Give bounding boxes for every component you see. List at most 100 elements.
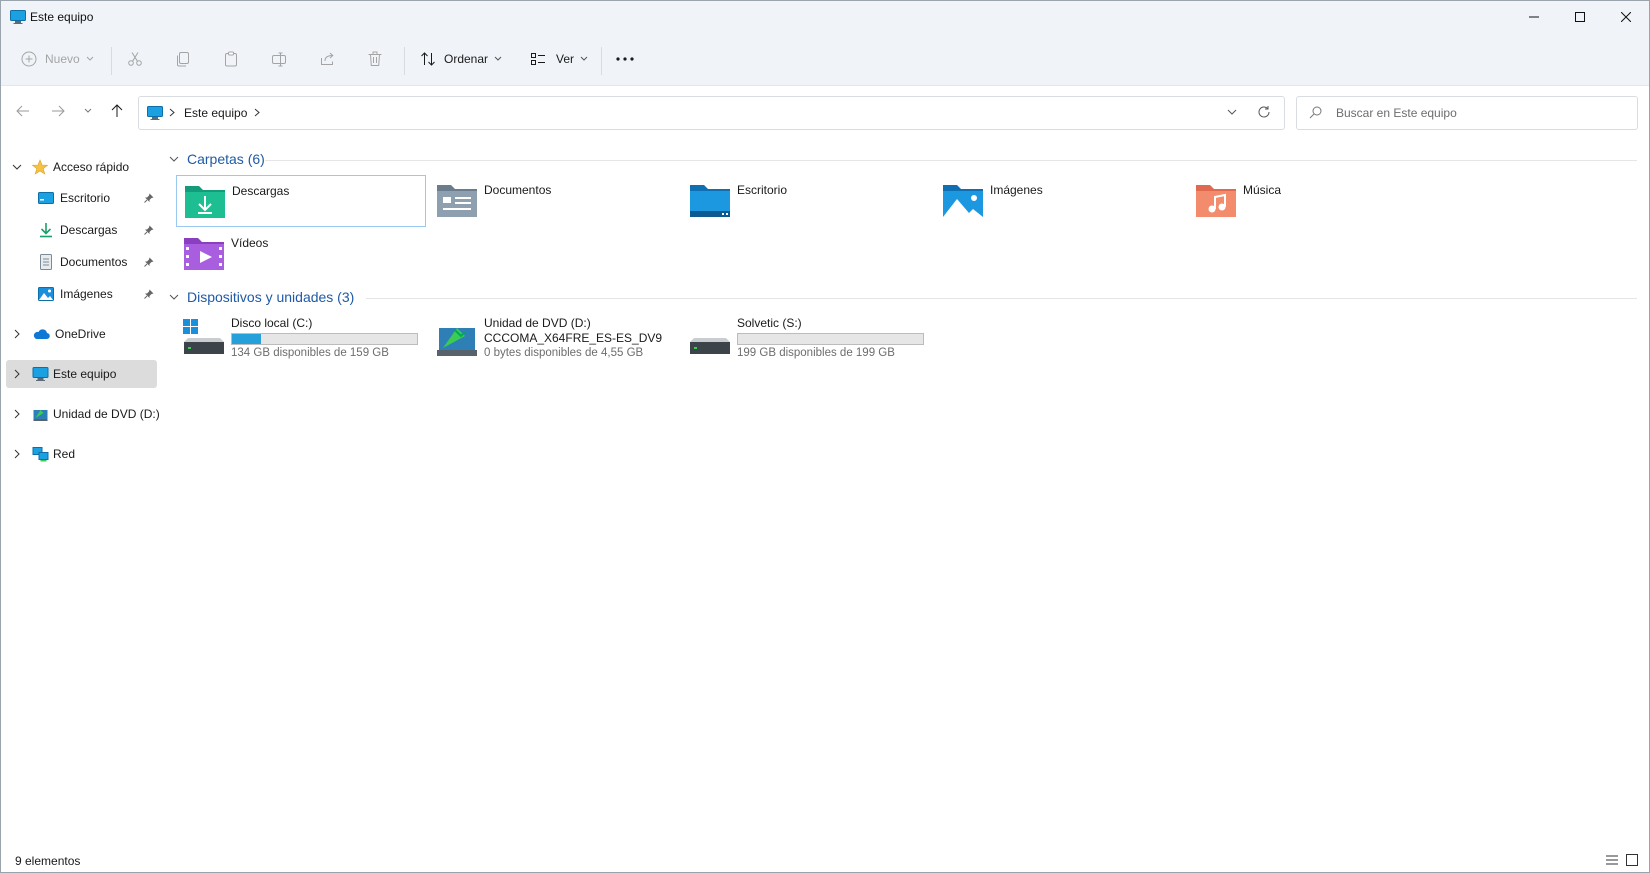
paste-button[interactable]	[223, 43, 239, 75]
sidebar-item-network[interactable]: Red	[11, 441, 75, 467]
desktop-icon	[38, 190, 54, 206]
drive-free-space: 0 bytes disponibles de 4,55 GB	[484, 347, 644, 359]
sidebar-item-label: Imágenes	[60, 287, 113, 301]
pictures-folder-icon	[941, 181, 985, 219]
plus-circle-icon	[21, 51, 37, 67]
delete-button[interactable]	[367, 43, 383, 75]
chevron-right-icon[interactable]	[11, 409, 23, 419]
star-icon	[32, 159, 48, 175]
sidebar-item-imagenes[interactable]: Imágenes	[38, 281, 158, 307]
drive-name: Solvetic (S:)	[737, 316, 802, 330]
close-button[interactable]	[1603, 1, 1649, 33]
refresh-icon[interactable]	[1257, 105, 1271, 119]
chevron-right-icon[interactable]	[11, 369, 23, 379]
arrow-up-icon	[111, 104, 123, 118]
sidebar-item-onedrive[interactable]: OneDrive	[11, 321, 106, 347]
tiles-view-icon[interactable]	[1625, 853, 1639, 867]
address-bar[interactable]: Este equipo	[138, 96, 1285, 130]
clipboard-icon	[223, 51, 239, 67]
folder-tile-escritorio[interactable]: Escritorio	[682, 175, 930, 225]
folder-tile-imagenes[interactable]: Imágenes	[935, 175, 1183, 225]
sort-label: Ordenar	[444, 52, 489, 66]
arrow-right-icon	[51, 105, 65, 117]
sort-button[interactable]: Ordenar	[420, 43, 502, 75]
folder-tile-videos[interactable]: Vídeos	[176, 228, 424, 278]
documents-folder-icon	[435, 181, 479, 219]
pictures-icon	[38, 286, 54, 302]
pin-icon	[144, 225, 154, 235]
sidebar-item-documentos[interactable]: Documentos	[38, 249, 158, 275]
breadcrumb-this-pc[interactable]: Este equipo	[184, 106, 247, 120]
folder-label: Música	[1243, 183, 1282, 197]
hard-drive-icon	[688, 318, 732, 358]
breadcrumb-chevron-icon[interactable]	[169, 108, 175, 117]
drive-free-space: 134 GB disponibles de 159 GB	[231, 347, 389, 359]
network-icon	[32, 446, 49, 462]
pin-icon	[144, 193, 154, 203]
sidebar-item-dvd-drive[interactable]: Unidad de DVD (D:)	[11, 401, 160, 427]
new-button[interactable]: Nuevo	[21, 43, 94, 75]
folder-tile-musica[interactable]: Música	[1188, 175, 1436, 225]
command-bar: Nuevo Ordenar Ver	[1, 33, 1649, 86]
maximize-button[interactable]	[1557, 1, 1603, 33]
sidebar-item-this-pc[interactable]: Este equipo	[11, 361, 116, 387]
divider	[404, 47, 405, 75]
cut-button[interactable]	[127, 43, 143, 75]
group-divider	[265, 160, 1637, 161]
recent-locations-button[interactable]	[77, 100, 99, 122]
view-button[interactable]: Ver	[530, 43, 588, 75]
drive-usage-fill	[232, 334, 262, 344]
drive-tile-c[interactable]: Disco local (C:) 134 GB disponibles de 1…	[176, 316, 424, 366]
drive-usage-bar	[737, 333, 924, 345]
view-options-icon	[530, 51, 546, 67]
more-options-button[interactable]	[615, 43, 635, 75]
share-icon	[319, 51, 335, 67]
folder-label: Descargas	[232, 184, 290, 198]
search-placeholder: Buscar en Este equipo	[1336, 106, 1457, 120]
sidebar-item-label: Descargas	[60, 223, 118, 237]
breadcrumb-chevron-icon[interactable]	[254, 108, 260, 117]
copy-button[interactable]	[175, 43, 191, 75]
drive-tile-s[interactable]: Solvetic (S:) 199 GB disponibles de 199 …	[682, 316, 930, 366]
folder-tile-documentos[interactable]: Documentos	[429, 175, 677, 225]
onedrive-cloud-icon	[32, 328, 50, 340]
folder-tile-descargas[interactable]: Descargas	[176, 175, 426, 227]
folders-group-header[interactable]: Carpetas (6)	[168, 149, 265, 169]
pin-icon	[144, 289, 154, 299]
rename-icon	[271, 51, 287, 67]
drive-usage-bar	[231, 333, 418, 345]
sidebar-item-quick-access[interactable]: Acceso rápido	[11, 154, 129, 180]
chevron-right-icon[interactable]	[11, 449, 23, 459]
navigation-pane	[1, 138, 161, 848]
chevron-right-icon[interactable]	[11, 329, 23, 339]
drive-free-space: 199 GB disponibles de 199 GB	[737, 347, 895, 359]
chevron-down-icon	[580, 56, 588, 62]
window-title: Este equipo	[30, 10, 94, 24]
share-button[interactable]	[319, 43, 335, 75]
download-icon	[38, 222, 54, 238]
chevron-down-icon[interactable]	[168, 294, 180, 301]
item-count: 9 elementos	[15, 854, 81, 868]
search-input[interactable]: Buscar en Este equipo	[1296, 96, 1638, 130]
sidebar-item-descargas[interactable]: Descargas	[38, 217, 158, 243]
devices-group-header[interactable]: Dispositivos y unidades (3)	[168, 287, 354, 307]
sidebar-item-label: Unidad de DVD (D:)	[53, 407, 160, 421]
music-folder-icon	[1194, 181, 1238, 219]
search-icon	[1309, 106, 1322, 119]
chevron-down-icon[interactable]	[11, 164, 23, 171]
drive-tile-d[interactable]: Unidad de DVD (D:) CCCOMA_X64FRE_ES-ES_D…	[429, 316, 677, 366]
chevron-down-icon[interactable]	[168, 156, 180, 163]
rename-button[interactable]	[271, 43, 287, 75]
back-button[interactable]	[12, 100, 34, 122]
title-bar: Este equipo	[1, 1, 1649, 33]
details-view-icon[interactable]	[1605, 853, 1619, 867]
up-button[interactable]	[106, 100, 128, 122]
windows-drive-icon	[182, 318, 226, 358]
chevron-down-icon	[86, 56, 94, 62]
address-history-chevron-icon[interactable]	[1227, 109, 1237, 116]
minimize-button[interactable]	[1511, 1, 1557, 33]
sidebar-item-escritorio[interactable]: Escritorio	[38, 185, 158, 211]
forward-button[interactable]	[47, 100, 69, 122]
this-pc-icon	[147, 105, 163, 121]
downloads-folder-icon	[183, 182, 227, 220]
